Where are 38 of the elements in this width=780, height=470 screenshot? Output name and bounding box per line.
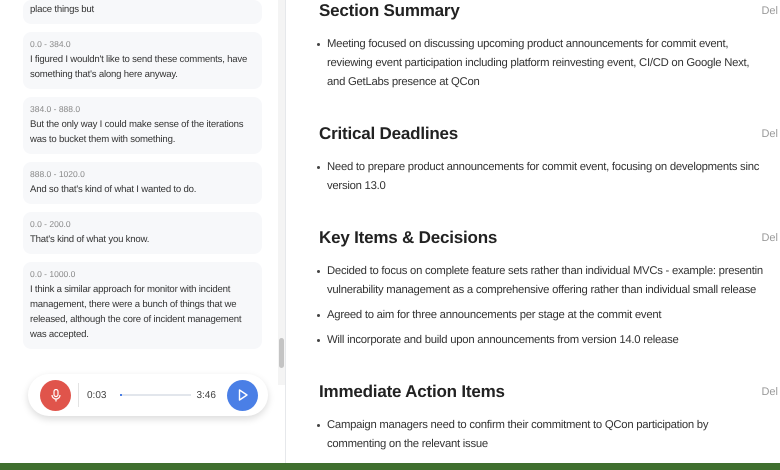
section-title: Immediate Action Items <box>319 382 505 402</box>
timestamp: 0.0 - 1000.0 <box>30 269 76 279</box>
bullet-icon <box>317 339 320 342</box>
transcript-text: I think a similar approach for monitor with incident management, there were a bunch of things that we released, although the core of incident management was accepted. <box>30 283 242 342</box>
play-icon <box>238 389 248 401</box>
bullet-text: Decided to focus on complete feature sets rather than individual MVCs - example: presentin vulnerability management as a comprehensive offering rather than individual small release <box>327 264 763 298</box>
bullet-icon <box>317 314 320 317</box>
microphone-icon <box>50 388 60 402</box>
bullet-icon <box>317 424 320 427</box>
bullet-text: Will incorporate and build upon announcements from version 14.0 release <box>327 333 678 348</box>
timestamp: 0.0 - 200.0 <box>30 219 72 229</box>
bullet-text: Meeting focused on discussing upcoming product announcements for commit event, reviewing event participation including platform reinvesting event, CI/CD on Google Next, and GetLabs presence at QCon <box>327 37 750 90</box>
action-link[interactable]: Del <box>761 5 778 17</box>
scrollbar[interactable] <box>278 0 285 385</box>
bullet-text: Need to prepare product announcements for commit event, focusing on developments sinc version 13.0 <box>327 160 760 194</box>
bullet-text: Campaign managers need to confirm their commitment to QCon participation by commenting on the relevant issue <box>327 418 708 452</box>
microphone-button[interactable] <box>40 380 71 410</box>
action-link[interactable]: Del <box>761 386 778 398</box>
transcript-text: place things but <box>30 3 96 17</box>
section-title: Key Items & Decisions <box>319 228 498 248</box>
transcript-text: That's kind of what you know. <box>30 233 150 247</box>
bullet-icon <box>317 166 320 169</box>
total-time: 3:46 <box>196 390 216 400</box>
action-link[interactable]: Del <box>761 232 778 244</box>
elapsed-time: 0:03 <box>87 390 106 400</box>
bullet-icon <box>317 270 320 273</box>
transcript-text: But the only way I could make sense of the iterations was to bucket them with something. <box>30 118 244 147</box>
section-title: Section Summary <box>319 1 460 21</box>
transcript-text: And so that's kind of what I wanted to do. <box>30 183 198 197</box>
play-button[interactable] <box>227 380 258 410</box>
bullet-text: Agreed to aim for three announcements per stage at the commit event <box>327 308 662 323</box>
timestamp: 384.0 - 888.0 <box>30 104 82 114</box>
section-title: Critical Deadlines <box>319 124 458 144</box>
timestamp: 0.0 - 384.0 <box>30 39 72 49</box>
timestamp: 888.0 - 1020.0 <box>30 169 86 179</box>
action-link[interactable]: Del <box>761 128 778 140</box>
transcript-text: I figured I wouldn't like to send these comments, have something that's along here anyway. <box>30 53 248 82</box>
bullet-icon <box>317 43 320 46</box>
